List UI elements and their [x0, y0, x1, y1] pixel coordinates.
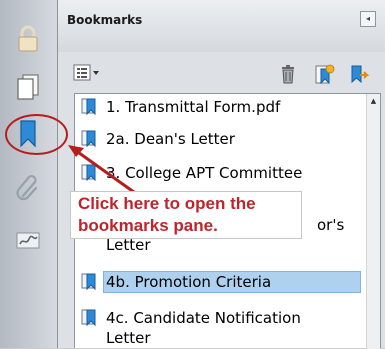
- callout-box: Click here to open the bookmarks pane.: [70, 191, 302, 239]
- callout-text-line-2: bookmarks pane.: [78, 216, 218, 235]
- callout-text-line-1: Click here to open the: [78, 194, 256, 213]
- callout-arrow: [68, 145, 139, 197]
